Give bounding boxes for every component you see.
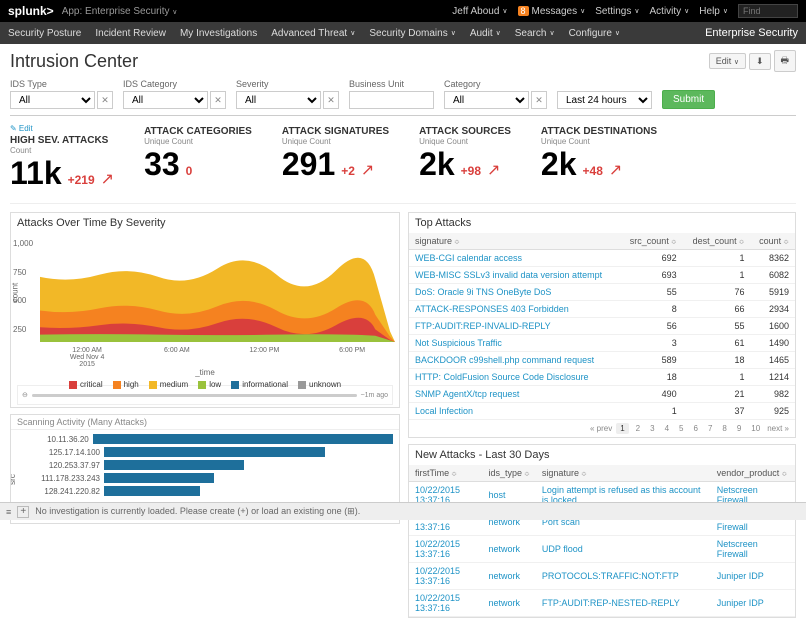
page-8[interactable]: 8 (719, 423, 729, 434)
panel-title: Attacks Over Time By Severity (11, 213, 399, 233)
nav-search[interactable]: Search ∨ (515, 28, 555, 39)
clear-severity[interactable]: ✕ (323, 91, 339, 109)
nav-configure[interactable]: Configure ∨ (569, 28, 620, 39)
legend-item[interactable]: unknown (298, 380, 341, 389)
page-10[interactable]: 10 (748, 423, 763, 434)
submit-button[interactable]: Submit (662, 90, 715, 109)
clear-ids-category[interactable]: ✕ (210, 91, 226, 109)
area-chart (40, 237, 395, 342)
page-6[interactable]: 6 (690, 423, 700, 434)
panel-title: Scanning Activity (Many Attacks) (11, 415, 399, 430)
nav-advanced-threat[interactable]: Advanced Threat ∨ (271, 28, 355, 39)
page-1[interactable]: 1 (616, 423, 628, 434)
panel-title: New Attacks - Last 30 Days (409, 445, 795, 465)
attacks-over-time-panel: Attacks Over Time By Severity 1,00075050… (10, 212, 400, 408)
new-attacks-panel: New Attacks - Last 30 Days firstTime≎ id… (408, 444, 796, 618)
legend-item[interactable]: critical (69, 380, 103, 389)
page-3[interactable]: 3 (647, 423, 657, 434)
chart-legend: critical high medium low informational unknow… (15, 380, 395, 389)
nav-security-posture[interactable]: Security Posture (8, 28, 81, 39)
trend-arrow-icon: ↗ (361, 160, 374, 180)
stat-card[interactable]: ✎ EditHIGH SEV. ATTACKSCount11k+219↗ (10, 124, 114, 189)
stat-card[interactable]: ATTACK SOURCESUnique Count2k+98↗ (419, 124, 511, 189)
table-row[interactable]: Local Infection137925 (409, 403, 795, 420)
top-attacks-table: signature≎ src_count≎ dest_count≎ count≎… (409, 233, 795, 420)
page-2[interactable]: 2 (633, 423, 643, 434)
stat-card[interactable]: ATTACK CATEGORIESUnique Count330 (144, 124, 252, 189)
table-row[interactable]: Not Suspicious Traffic3611490 (409, 335, 795, 352)
zoom-out-icon[interactable]: ⊖ (22, 391, 28, 399)
legend-item[interactable]: low (198, 380, 221, 389)
settings-menu[interactable]: Settings ∨ (595, 6, 639, 17)
next-page[interactable]: next » (767, 424, 789, 433)
stats-row: ✎ EditHIGH SEV. ATTACKSCount11k+219↗ ATTA… (10, 115, 796, 204)
page-title: Intrusion Center (10, 51, 138, 72)
table-row[interactable]: BACKDOOR c99shell.php command request589… (409, 352, 795, 369)
scan-row[interactable]: 10.11.36.20 (25, 434, 393, 444)
scan-row[interactable]: 120.253.37.97 (25, 460, 393, 470)
legend-item[interactable]: high (113, 380, 139, 389)
new-attacks-table: firstTime≎ ids_type≎ signature≎ vendor_p… (409, 465, 795, 617)
severity-select[interactable]: All (236, 91, 321, 109)
filter-bar: IDS TypeAll✕ IDS CategoryAll✕ SeverityAl… (10, 78, 796, 109)
expand-icon[interactable]: ≡ (6, 507, 11, 517)
stat-card[interactable]: ATTACK DESTINATIONSUnique Count2k+48↗ (541, 124, 657, 189)
x-axis: 12:00 AMWed Nov 42015 6:00 AM 12:00 PM 6… (15, 347, 395, 368)
activity-menu[interactable]: Activity ∨ (650, 6, 690, 17)
panel-title: Top Attacks (409, 213, 795, 233)
table-row[interactable]: 10/22/2015 13:37:16networkUDP floodNetsc… (409, 536, 795, 563)
pagination: « prev 123456789 10 next » (409, 420, 795, 437)
table-row[interactable]: FTP:AUDIT:REP-INVALID-REPLY56551600 (409, 318, 795, 335)
page-9[interactable]: 9 (734, 423, 744, 434)
navbar: Security Posture Incident Review My Inve… (0, 22, 806, 44)
trend-arrow-icon: ↗ (609, 160, 622, 180)
clear-category[interactable]: ✕ (531, 91, 547, 109)
scan-row[interactable]: 128.241.220.82 (25, 486, 393, 496)
app-title: Enterprise Security (705, 27, 798, 39)
legend-item[interactable]: medium (149, 380, 188, 389)
table-row[interactable]: ATTACK-RESPONSES 403 Forbidden8662934 (409, 301, 795, 318)
help-menu[interactable]: Help ∨ (699, 6, 728, 17)
investigation-bar: ≡ + No investigation is currently loaded… (0, 502, 806, 520)
stat-card[interactable]: ATTACK SIGNATURESUnique Count291+2↗ (282, 124, 389, 189)
ids-category-select[interactable]: All (123, 91, 208, 109)
print-button[interactable]: 🖶 (774, 50, 797, 72)
nav-my-investigations[interactable]: My Investigations (180, 28, 257, 39)
app-menu[interactable]: App: Enterprise Security ∨ (62, 6, 178, 17)
trend-arrow-icon: ↗ (101, 169, 114, 189)
table-row[interactable]: WEB-CGI calendar access69218362 (409, 250, 795, 267)
top-attacks-panel: Top Attacks signature≎ src_count≎ dest_c… (408, 212, 796, 438)
status-message: No investigation is currently loaded. Pl… (35, 506, 360, 517)
page-5[interactable]: 5 (676, 423, 686, 434)
table-row[interactable]: SNMP AgentX/tcp request49021982 (409, 386, 795, 403)
nav-security-domains[interactable]: Security Domains ∨ (369, 28, 455, 39)
find-input[interactable] (738, 4, 798, 18)
prev-page[interactable]: « prev (590, 424, 612, 433)
scan-row[interactable]: 111.178.233.243 (25, 473, 393, 483)
table-row[interactable]: WEB-MISC SSLv3 invalid data version atte… (409, 267, 795, 284)
scan-row[interactable]: 125.17.14.100 (25, 447, 393, 457)
splunk-logo: splunk> (8, 4, 54, 18)
legend-item[interactable]: informational (231, 380, 288, 389)
edit-button[interactable]: Edit ∨ (709, 53, 746, 69)
clear-ids-type[interactable]: ✕ (97, 91, 113, 109)
category-select[interactable]: All (444, 91, 529, 109)
page-7[interactable]: 7 (705, 423, 715, 434)
trend-arrow-icon: ↗ (487, 160, 500, 180)
user-menu[interactable]: Jeff Aboud ∨ (452, 6, 507, 17)
nav-incident-review[interactable]: Incident Review (95, 28, 166, 39)
table-row[interactable]: HTTP: ColdFusion Source Code Disclosure1… (409, 369, 795, 386)
table-row[interactable]: 10/22/2015 13:37:16networkPROTOCOLS:TRAF… (409, 563, 795, 590)
ids-type-select[interactable]: All (10, 91, 95, 109)
time-range-select[interactable]: Last 24 hours (557, 91, 652, 109)
table-row[interactable]: DoS: Oracle 9i TNS OneByte DoS55765919 (409, 284, 795, 301)
business-unit-input[interactable] (349, 91, 434, 109)
table-row[interactable]: 10/22/2015 13:37:16networkFTP:AUDIT:REP-… (409, 590, 795, 617)
add-investigation-button[interactable]: + (17, 506, 29, 518)
nav-audit[interactable]: Audit ∨ (470, 28, 501, 39)
export-pdf-button[interactable]: ⬇ (749, 53, 771, 70)
topbar: splunk> App: Enterprise Security ∨ Jeff … (0, 0, 806, 22)
messages-menu[interactable]: 8Messages ∨ (518, 6, 586, 17)
page-4[interactable]: 4 (662, 423, 672, 434)
